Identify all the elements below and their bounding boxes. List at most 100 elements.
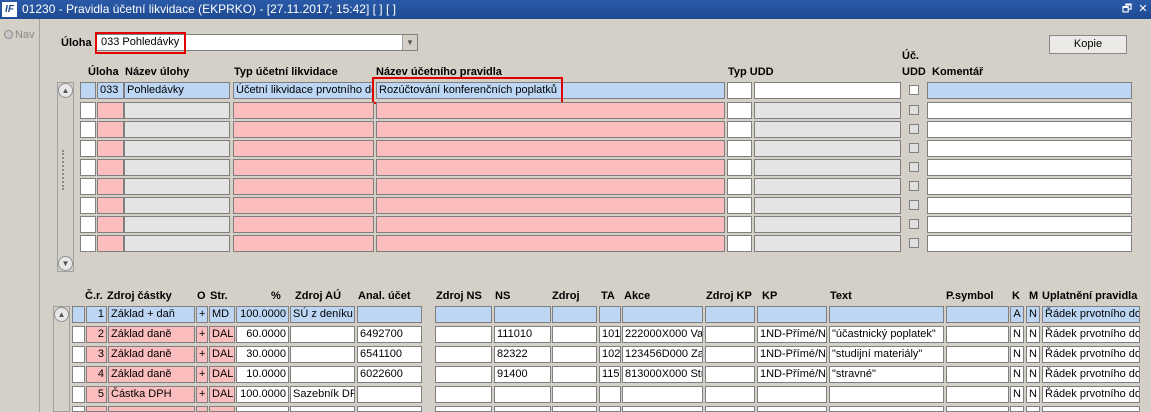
akce-cell[interactable] — [622, 406, 703, 412]
o-cell[interactable] — [196, 406, 208, 412]
pct-cell[interactable]: 60.0000 — [236, 326, 289, 343]
kp-cell[interactable] — [757, 406, 827, 412]
typ-udd-cell[interactable] — [727, 82, 752, 99]
text-cell[interactable]: "stravné" — [829, 366, 944, 383]
zdroj-ns-cell[interactable] — [435, 306, 492, 323]
zdroj-cell[interactable] — [552, 406, 597, 412]
zdroj-castky-cell[interactable]: Základ daně — [108, 366, 195, 383]
kp-cell[interactable]: 1ND-Přímé/Ne — [757, 326, 827, 343]
kopie-button[interactable]: Kopie — [1049, 35, 1127, 54]
ta-cell[interactable] — [599, 386, 621, 403]
text-cell[interactable] — [829, 306, 944, 323]
zdroj-cell[interactable] — [552, 346, 597, 363]
row2-selector[interactable] — [72, 306, 85, 323]
uc-udd-checkbox[interactable] — [909, 85, 919, 95]
m-cell[interactable]: N — [1026, 326, 1040, 343]
zdroj-ns-cell[interactable] — [435, 406, 492, 412]
uplatneni-cell[interactable]: Řádek prvotního dokladu — [1042, 386, 1140, 403]
str-cell[interactable] — [209, 406, 235, 412]
zdroj-castky-cell[interactable]: Částka DPH — [108, 386, 195, 403]
zdroj-ns-cell[interactable] — [435, 326, 492, 343]
ns-cell[interactable]: 82322 — [494, 346, 551, 363]
akce-cell[interactable] — [622, 386, 703, 403]
text-cell[interactable] — [829, 386, 944, 403]
ta-cell[interactable]: 115 — [599, 366, 621, 383]
text-cell[interactable] — [829, 406, 944, 412]
m-cell[interactable]: N — [1026, 346, 1040, 363]
zdroj-castky-cell[interactable]: Základ + daň — [108, 306, 195, 323]
kp-cell[interactable] — [757, 306, 827, 323]
zdroj-kp-cell[interactable] — [705, 306, 755, 323]
str-cell[interactable]: DAL — [209, 386, 235, 403]
zdroj-cell[interactable] — [552, 386, 597, 403]
row2-selector[interactable] — [72, 366, 85, 383]
radio-icon[interactable] — [4, 30, 13, 39]
o-cell[interactable]: + — [196, 326, 208, 343]
zdroj-castky-cell[interactable]: Základ daně — [108, 326, 195, 343]
pct-cell[interactable]: 30.0000 — [236, 346, 289, 363]
k-cell[interactable]: N — [1010, 346, 1024, 363]
zdroj-au-cell[interactable] — [290, 406, 355, 412]
row-selector[interactable] — [80, 82, 96, 99]
komentar-cell[interactable] — [927, 82, 1132, 99]
o-cell[interactable]: + — [196, 346, 208, 363]
k-cell[interactable]: A — [1010, 306, 1024, 323]
zdroj-kp-cell[interactable] — [705, 386, 755, 403]
row2-selector[interactable] — [72, 406, 85, 412]
ns-cell[interactable] — [494, 306, 551, 323]
m-cell[interactable]: N — [1026, 366, 1040, 383]
akce-cell[interactable]: 222000X000 VaV — [622, 326, 703, 343]
zdroj-ns-cell[interactable] — [435, 346, 492, 363]
anal-ucet-cell[interactable]: 6022600 — [357, 366, 422, 383]
uplatneni-cell[interactable]: Řádek prvotního dokladu — [1042, 346, 1140, 363]
zdroj-kp-cell[interactable] — [705, 346, 755, 363]
anal-ucet-cell[interactable] — [357, 406, 422, 412]
str-cell[interactable]: DAL — [209, 326, 235, 343]
kp-cell[interactable]: 1ND-Přímé/Ne — [757, 346, 827, 363]
nazev-ulohy-cell[interactable]: Pohledávky — [124, 82, 230, 99]
ta-cell[interactable]: 101 — [599, 326, 621, 343]
cr-cell[interactable]: 4 — [86, 366, 107, 383]
k-cell[interactable]: N — [1010, 366, 1024, 383]
zdroj-cell[interactable] — [552, 366, 597, 383]
akce-cell[interactable]: 123456D000 Zakázka — [622, 346, 703, 363]
cr-cell[interactable]: 1 — [86, 306, 107, 323]
k-cell[interactable] — [1010, 406, 1024, 412]
zdroj-castky-cell[interactable]: Základ daně — [108, 346, 195, 363]
ta-cell[interactable]: 102 — [599, 346, 621, 363]
psymbol-cell[interactable] — [946, 406, 1009, 412]
text-cell[interactable]: "účastnický poplatek" — [829, 326, 944, 343]
uplatneni-cell[interactable] — [1042, 406, 1140, 412]
ns-cell[interactable]: 111010 — [494, 326, 551, 343]
ns-cell[interactable] — [494, 386, 551, 403]
cr-cell[interactable]: 3 — [86, 346, 107, 363]
row2-selector[interactable] — [72, 386, 85, 403]
o-cell[interactable]: + — [196, 366, 208, 383]
zdroj-ns-cell[interactable] — [435, 366, 492, 383]
ns-cell[interactable] — [494, 406, 551, 412]
pct-cell[interactable] — [236, 406, 289, 412]
zdroj-kp-cell[interactable] — [705, 406, 755, 412]
str-cell[interactable]: DAL — [209, 366, 235, 383]
psymbol-cell[interactable] — [946, 306, 1009, 323]
zdroj-au-cell[interactable] — [290, 326, 355, 343]
chevron-down-icon[interactable]: ▼ — [402, 35, 417, 50]
zdroj-cell[interactable] — [552, 326, 597, 343]
kp-cell[interactable]: 1ND-Přímé/Ne — [757, 366, 827, 383]
psymbol-cell[interactable] — [946, 386, 1009, 403]
zdroj-kp-cell[interactable] — [705, 326, 755, 343]
m-cell[interactable]: N — [1026, 306, 1040, 323]
m-cell[interactable] — [1026, 406, 1040, 412]
row2-selector[interactable] — [72, 326, 85, 343]
str-cell[interactable]: MD — [209, 306, 235, 323]
pct-cell[interactable]: 10.0000 — [236, 366, 289, 383]
scroll-down-icon[interactable]: ▼ — [58, 256, 73, 271]
nav-option[interactable]: Nav — [4, 29, 35, 41]
anal-ucet-cell[interactable]: 6492700 — [357, 326, 422, 343]
zdroj-au-cell[interactable]: Sazebník DPH — [290, 386, 355, 403]
close-icon[interactable]: ✕ — [1136, 2, 1150, 16]
k-cell[interactable]: N — [1010, 386, 1024, 403]
anal-ucet-cell[interactable] — [357, 386, 422, 403]
text-cell[interactable]: "studijní materiály" — [829, 346, 944, 363]
cr-cell[interactable]: 5 — [86, 386, 107, 403]
